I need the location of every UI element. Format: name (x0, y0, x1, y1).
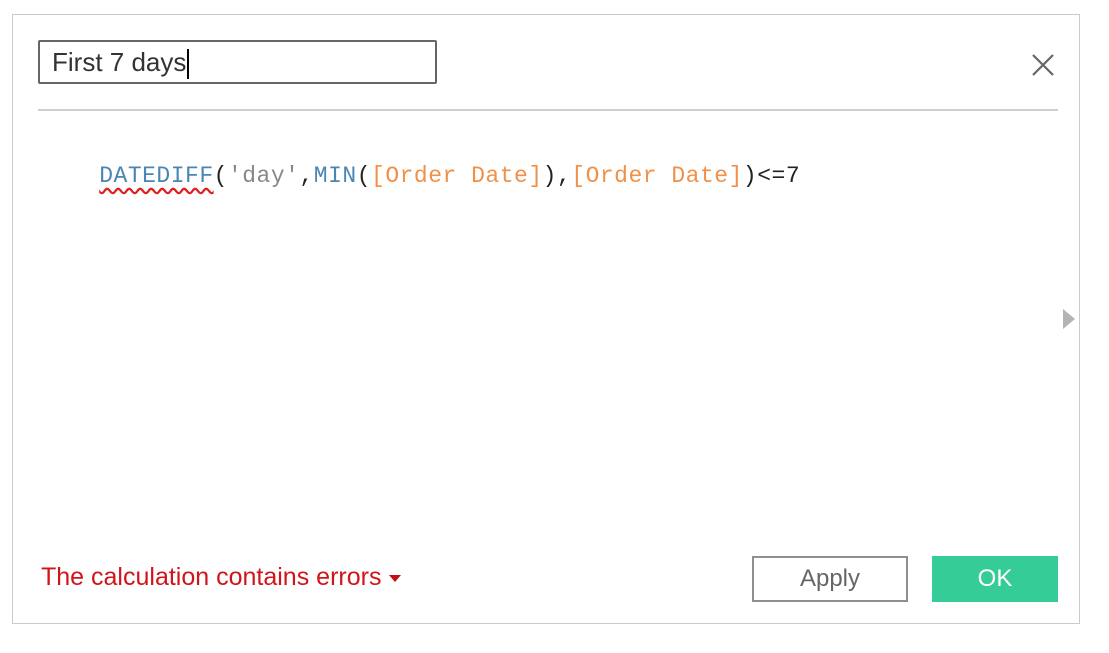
text-caret (187, 49, 190, 80)
calculation-name-input[interactable]: First 7 days (38, 40, 437, 84)
formula-token-punct: ( (356, 163, 372, 189)
error-status-dropdown[interactable]: The calculation contains errors (41, 563, 402, 592)
calculation-dialog: First 7 days DATEDIFF('day',MIN([Order D… (12, 14, 1080, 624)
formula-token-field: [Order Date] (571, 163, 743, 189)
calculation-name-value: First 7 days (52, 47, 187, 77)
formula-token-punct: )<=7 (742, 163, 801, 189)
expand-panel-icon[interactable] (1063, 309, 1075, 329)
formula-token-field: [Order Date] (371, 163, 543, 189)
ok-button[interactable]: OK (932, 556, 1058, 602)
formula-token-punct: ), (542, 163, 572, 189)
formula-token-punct: ( (213, 163, 228, 189)
error-status-text: The calculation contains errors (41, 563, 382, 591)
formula-token-function: DATEDIFF (99, 163, 214, 189)
formula-token-function: MIN (313, 163, 357, 189)
header-divider (38, 109, 1058, 111)
formula-editor[interactable]: DATEDIFF('day',MIN([Order Date]),[Order … (42, 137, 800, 215)
formula-token-punct: , (299, 163, 314, 189)
caret-down-icon (389, 574, 402, 582)
apply-button[interactable]: Apply (752, 556, 908, 602)
close-icon[interactable] (1030, 52, 1056, 78)
formula-token-string: 'day' (227, 163, 300, 189)
